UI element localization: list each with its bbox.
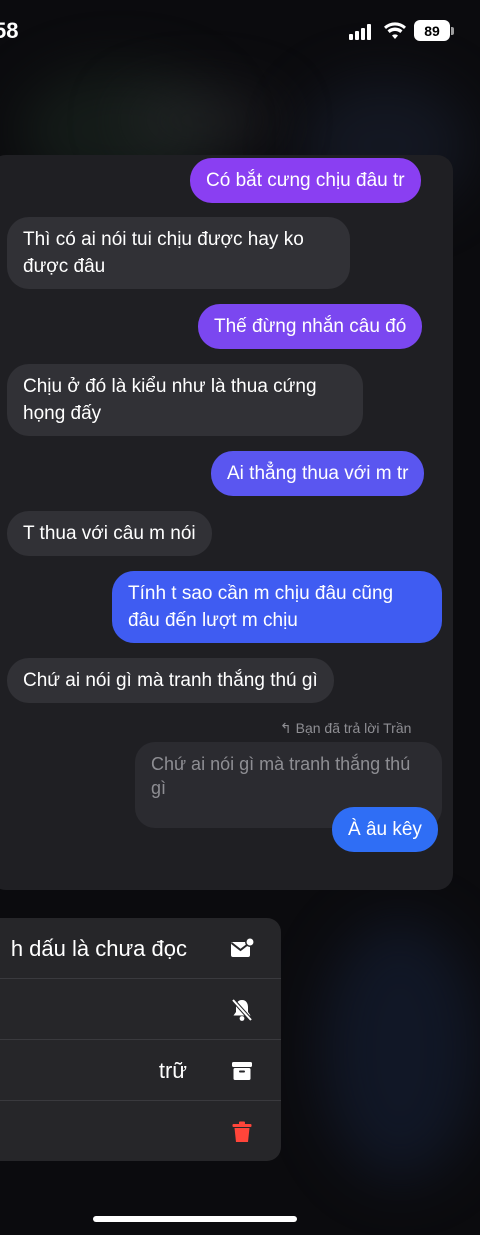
battery-indicator: 89 bbox=[414, 20, 450, 41]
message-bubble-sent[interactable]: Tính t sao cần m chịu đâu cũng đâu đến l… bbox=[112, 571, 442, 643]
reply-indicator: ↰ Bạn đã trả lời Trần bbox=[280, 720, 411, 737]
menu-item-delete[interactable] bbox=[0, 1101, 281, 1161]
message-bubble-received[interactable]: Thì có ai nói tui chịu được hay ko được … bbox=[7, 217, 350, 289]
mark-unread-icon bbox=[230, 937, 255, 957]
cellular-signal-icon bbox=[349, 24, 373, 40]
menu-item-mute[interactable] bbox=[0, 979, 281, 1040]
context-menu: h dấu là chưa đọc trữ bbox=[0, 918, 281, 1161]
trash-icon bbox=[232, 1121, 252, 1142]
message-bubble-sent[interactable]: Ai thẳng thua với m tr bbox=[211, 451, 425, 496]
message-bubble-sent[interactable]: Có bắt cưng chịu đâu tr bbox=[190, 158, 421, 203]
home-indicator[interactable] bbox=[93, 1216, 297, 1222]
archive-icon bbox=[232, 1062, 252, 1080]
message-bubble-sent[interactable]: Thế đừng nhắn câu đó bbox=[198, 304, 423, 349]
reply-arrow-icon: ↰ bbox=[280, 720, 296, 736]
background-blur bbox=[320, 920, 480, 1180]
wifi-icon bbox=[384, 22, 406, 39]
menu-item-archive[interactable]: trữ bbox=[0, 1040, 281, 1101]
background-blur bbox=[120, 90, 280, 150]
menu-item-label: h dấu là chưa đọc bbox=[10, 935, 187, 961]
reply-label-text: Bạn đã trả lời Trần bbox=[295, 720, 412, 736]
status-bar: 58 89 bbox=[0, 0, 480, 60]
message-bubble-received[interactable]: Chịu ở đó là kiểu như là thua cứng họng … bbox=[7, 364, 363, 436]
message-bubble-reply[interactable]: À âu kêy bbox=[332, 807, 438, 852]
battery-tip bbox=[451, 27, 454, 35]
menu-item-mark-unread[interactable]: h dấu là chưa đọc bbox=[0, 918, 281, 979]
menu-item-label: trữ bbox=[158, 1057, 187, 1083]
message-bubble-received[interactable]: T thua với câu m nói bbox=[7, 511, 212, 556]
status-time: 58 bbox=[0, 18, 19, 43]
chat-preview: Có bắt cưng chịu đâu tr Thì có ai nói tu… bbox=[0, 155, 453, 890]
message-bubble-received[interactable]: Chứ ai nói gì mà tranh thắng thú gì bbox=[7, 658, 334, 703]
bell-slash-icon bbox=[231, 998, 253, 1022]
